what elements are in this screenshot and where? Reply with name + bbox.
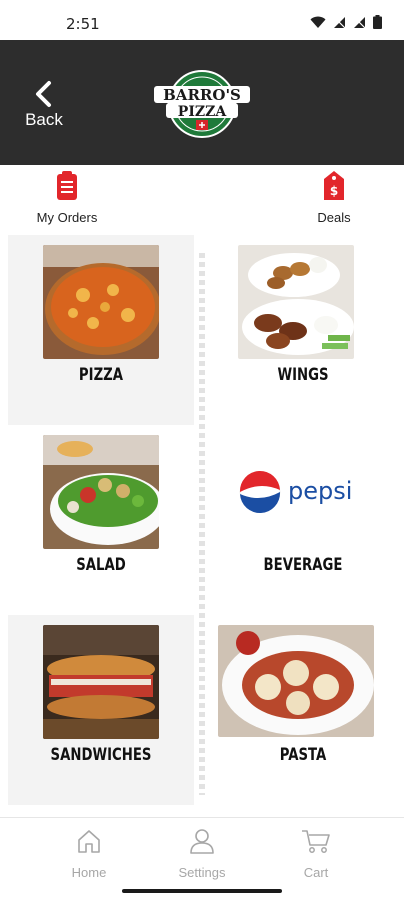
dotted-divider [199, 253, 205, 795]
menu-item-label: PIZZA [78, 365, 124, 385]
svg-text:$: $ [330, 184, 338, 198]
gesture-area [0, 885, 404, 900]
chevron-left-icon [36, 81, 51, 107]
menu-item-label: PASTA [279, 745, 327, 765]
pepsi-wordmark: pepsi [288, 477, 352, 505]
app-header: Back BARRO'S PIZZA [0, 40, 404, 165]
wifi-icon [310, 16, 326, 28]
menu-item-label: SALAD [76, 555, 126, 575]
my-orders-button[interactable]: My Orders [34, 171, 100, 225]
back-label: Back [25, 110, 63, 129]
menu-grid: PIZZA WINGS SALAD pepsi BEVERAGE SANDWIC… [8, 235, 396, 815]
deals-button[interactable]: $ Deals [306, 171, 362, 225]
bottom-nav: Home Settings Cart [0, 817, 404, 885]
menu-item-label: BEVERAGE [263, 555, 343, 575]
user-icon [190, 829, 214, 854]
pepsi-logo: pepsi [238, 435, 358, 549]
menu-item-label: WINGS [277, 365, 329, 385]
cart-icon [302, 830, 330, 853]
pizza-image [43, 245, 159, 359]
nav-settings[interactable]: Settings [162, 828, 242, 880]
nav-cart[interactable]: Cart [276, 828, 356, 880]
battery-icon [373, 15, 382, 29]
nav-home[interactable]: Home [49, 828, 129, 880]
menu-item-pizza[interactable]: PIZZA [8, 235, 194, 425]
status-icons [310, 15, 382, 29]
menu-item-sandwiches[interactable]: SANDWICHES [8, 615, 194, 805]
menu-item-pasta[interactable]: PASTA [210, 615, 396, 805]
menu-item-wings[interactable]: WINGS [210, 235, 396, 425]
back-button[interactable]: Back [20, 80, 68, 132]
salad-image [43, 435, 159, 549]
status-bar: 2:51 [0, 0, 404, 40]
barros-pizza-logo: BARRO'S PIZZA [152, 66, 252, 142]
signal-icon-2 [354, 16, 366, 28]
price-tag-icon: $ [324, 171, 344, 200]
home-icon [78, 830, 100, 853]
home-gesture-bar[interactable] [122, 889, 282, 893]
pasta-image [218, 625, 374, 737]
menu-item-label: SANDWICHES [50, 745, 152, 765]
menu-item-salad[interactable]: SALAD [8, 425, 194, 615]
sandwich-image [43, 625, 159, 739]
svg-text:BARRO'S: BARRO'S [163, 86, 241, 104]
clipboard-list-icon [57, 171, 77, 200]
menu-item-beverage[interactable]: pepsi BEVERAGE [210, 425, 396, 615]
nav-settings-label: Settings [178, 865, 226, 880]
my-orders-label: My Orders [36, 210, 98, 225]
nav-home-label: Home [71, 865, 107, 880]
svg-text:PIZZA: PIZZA [178, 104, 228, 120]
wings-image [238, 245, 354, 359]
deals-label: Deals [317, 210, 351, 225]
nav-cart-label: Cart [303, 865, 329, 880]
quick-actions-bar: My Orders $ Deals [0, 165, 404, 235]
signal-icon [334, 16, 346, 28]
status-time: 2:51 [66, 15, 100, 33]
